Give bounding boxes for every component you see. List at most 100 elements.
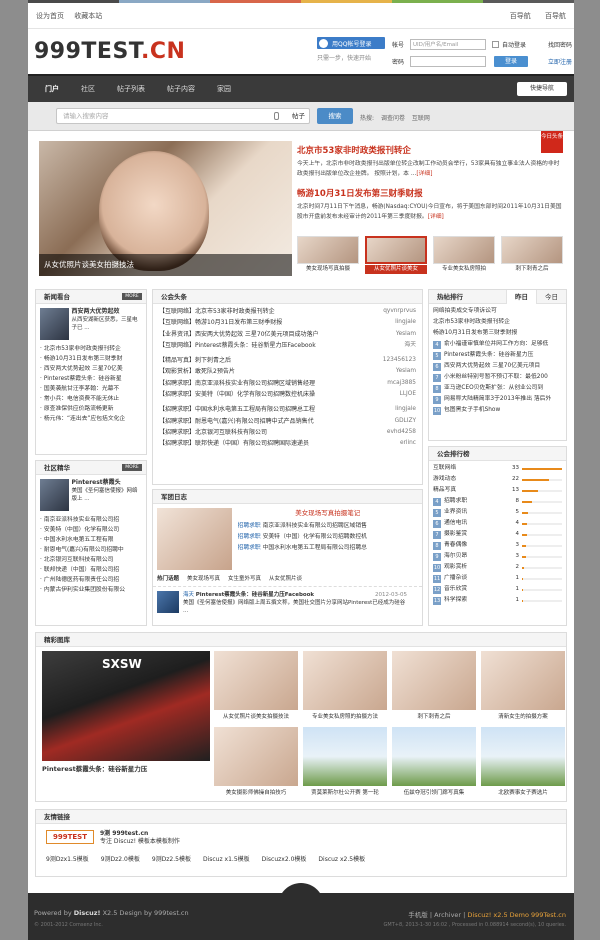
rank-row[interactable]: 7 小米粉丝特别号暂不预订不取：最低200 <box>433 372 562 383</box>
guild-rank-row[interactable]: 5 业界资讯 5 <box>433 507 562 518</box>
list-item[interactable]: Pinterest蔡霞头条：硅谷新星 <box>40 374 142 384</box>
post-author[interactable]: 海天 <box>183 592 194 598</box>
forgot-password-link[interactable]: 找回密码 <box>548 40 572 49</box>
gallery-cell[interactable]: 刺下刺青之后 <box>392 651 476 720</box>
rank-row[interactable]: 8 亚马逊CEO贝佐斯扩张：从创业公司到 <box>433 383 562 394</box>
guild-rank-row[interactable]: 13 科学探索 1 <box>433 595 562 606</box>
guild-name[interactable]: 音乐欣赏 <box>444 584 467 595</box>
tag-link[interactable]: 热门话题 <box>157 574 179 582</box>
gallery-cell[interactable]: 伍兹夺冠引领门廊写真集 <box>392 727 476 796</box>
headline-user[interactable]: GDLIZY <box>395 416 416 427</box>
gallery-cell[interactable]: 贾莫莱斯尔杜公开赛 第一轮 <box>303 727 387 796</box>
blog-line[interactable]: 招聘求职 南京亚派科技实业有限公司招聘区域销售 <box>238 521 418 532</box>
hero-caption[interactable]: 从女优照片谈美女拍摄技法 <box>39 254 292 276</box>
guild-name[interactable]: 精品写真 <box>433 485 456 496</box>
headline-row[interactable]: 【互联网络】北京市53家非时政类报刊转企 qyvnrprvus <box>159 306 416 317</box>
list-item[interactable]: 杨元伟：“连出去”应包括文化企 <box>40 414 142 424</box>
guild-rank-row[interactable]: 8 青春偶像 3 <box>433 540 562 551</box>
rank-title[interactable]: 网易称大陆精简率3于2013年推出 落后外 <box>444 394 551 405</box>
rank-title[interactable]: 北京市53家非时政类报刊转企 <box>433 317 510 328</box>
headline-user[interactable]: 123456123 <box>383 355 416 366</box>
headline-text[interactable]: 【互联网络】北京市53家非时政类报刊转企 <box>159 306 275 317</box>
friend-link[interactable]: Discuz x1.5模板 <box>203 854 250 863</box>
headline-user[interactable]: lingjale <box>395 317 416 328</box>
headline-text[interactable]: 【招聘求职】南京亚派科技实业有限公司招聘区域销售经理 <box>159 378 315 389</box>
headline-text[interactable]: 【招聘求职】联邦快递（中国）有限公司招聘国际速递员 <box>159 438 309 449</box>
headline-row[interactable]: 【招聘求职】北京银河互联科技有限公司 evhd4258 <box>159 427 416 438</box>
community-image[interactable] <box>40 479 69 511</box>
headline-text[interactable]: 【精品写真】刺下刺青之后 <box>159 355 231 366</box>
nav-item-portal[interactable]: 门户 <box>45 84 59 94</box>
headline-user[interactable]: qyvnrprvus <box>383 306 416 317</box>
headline-user[interactable]: mcaj3885 <box>387 378 416 389</box>
thumbnail[interactable]: 刺下刺青之后 <box>501 236 563 274</box>
search-input[interactable]: 请输入搜索内容 帖子 <box>56 108 310 124</box>
rank-title[interactable]: 包图黑女子手机Show <box>444 405 500 416</box>
list-item[interactable]: 原查准保供应价路流畅更新 <box>40 404 142 414</box>
rank-row[interactable]: 1网络拍卖成交专项诉讼可 <box>433 306 562 317</box>
friend-link[interactable]: 9测Dzx1.5模板 <box>46 854 89 863</box>
nav-item-thread-list[interactable]: 帖子列表 <box>117 84 145 94</box>
list-item[interactable]: 畅游10月31日发布第三财季财 <box>40 354 142 364</box>
guild-rank-row[interactable]: 3精品写真13 <box>433 485 562 496</box>
headline-row[interactable]: 【观影赏析】敢死队2预告片 Yeslam <box>159 366 416 377</box>
list-item[interactable]: 安美特（中国）化学有限公司 <box>40 525 142 535</box>
headline-row[interactable]: 【互联网络】Pinterest蔡霞头条：硅谷新星力压Facebook 海天 <box>159 340 416 351</box>
tab-today[interactable]: 今日 <box>536 290 566 304</box>
hero-slide[interactable]: 从女优照片谈美女拍摄技法 <box>39 141 292 276</box>
list-item[interactable]: 西安两大优势起效 三星70亿美 <box>40 364 142 374</box>
demo-link[interactable]: Discuz! x2.5 Demo 999Test.cn <box>467 911 566 919</box>
rank-title[interactable]: 畅游10月31日发布第三财季财报 <box>433 328 517 339</box>
login-button[interactable]: 登录 <box>494 55 528 67</box>
guild-name[interactable]: 通信电讯 <box>444 518 467 529</box>
friend-link[interactable]: Discuzx2.0模板 <box>262 854 307 863</box>
headline-user[interactable]: 海天 <box>404 340 416 351</box>
list-item[interactable]: 北京市53家非时政类报刊转企 <box>40 344 142 354</box>
more-button[interactable]: MORE <box>122 293 142 300</box>
rank-title[interactable]: 网络拍卖成交专项诉讼可 <box>433 306 497 317</box>
headline-user[interactable]: Yeslam <box>396 329 416 340</box>
headline-title-2[interactable]: 畅游10月31日发布第三财季财报 <box>297 187 563 199</box>
list-item[interactable]: 内蒙古伊利实业集团股份有限公 <box>40 585 142 595</box>
post-title[interactable]: Pinterest蔡霞头条：硅谷新星力压Facebook <box>196 592 314 598</box>
partner-site[interactable]: 9测 999test.cn <box>100 830 148 837</box>
headline-user[interactable]: Yeslam <box>396 366 416 377</box>
guide-link-1[interactable]: 百导航 <box>510 12 531 20</box>
set-homepage-link[interactable]: 设为首页 <box>36 12 64 20</box>
guild-name[interactable]: 业界资讯 <box>444 507 467 518</box>
nav-item-thread-content[interactable]: 帖子内容 <box>167 84 195 94</box>
blog-line[interactable]: 招聘求职 安美特（中国）化学有限公司招聘数控机 <box>238 532 418 543</box>
rank-row[interactable]: 3畅游10月31日发布第三财季财报 <box>433 328 562 339</box>
gallery-cell[interactable]: 清新女生的拍摄方案 <box>481 651 565 720</box>
nav-item-community[interactable]: 社区 <box>81 84 95 94</box>
gallery-cell[interactable]: 从女优照片谈美女拍摄技法 <box>214 651 298 720</box>
headline-text[interactable]: 【招聘求职】北京银河互联科技有限公司 <box>159 427 267 438</box>
news-board-feat-title[interactable]: 西安两大优势起效 <box>72 308 142 316</box>
more-link[interactable]: [详细] <box>428 214 444 220</box>
list-item[interactable]: 中国水利水电第五工程有限 <box>40 535 142 545</box>
headline-row[interactable]: 【业界资讯】西安两大优势起效 三星70亿美元项目成功落户 Yeslam <box>159 329 416 340</box>
headline-user[interactable]: LLJOE <box>400 389 416 400</box>
thumbnail[interactable]: 美女现场写真拍摄 <box>297 236 359 274</box>
tag-link[interactable]: 美女现场写真 <box>187 574 220 582</box>
rank-row[interactable]: 10 包图黑女子手机Show <box>433 405 562 416</box>
rank-title[interactable]: 亚马逊CEO贝佐斯扩张：从创业公司到 <box>444 383 543 394</box>
tag-link[interactable]: 女生童外写真 <box>228 574 261 582</box>
tab-yesterday[interactable]: 昨日 <box>506 290 536 304</box>
hot-search-link[interactable]: 互联网 <box>412 115 430 122</box>
headline-text[interactable]: 【观影赏析】敢死队2预告片 <box>159 366 235 377</box>
guild-rank-row[interactable]: 1互联网络33 <box>433 463 562 474</box>
gallery-big-image[interactable]: SXSW <box>42 651 210 761</box>
more-link[interactable]: [详细] <box>416 171 432 177</box>
list-item[interactable]: 南京亚派科技实业有限公司招 <box>40 515 142 525</box>
guide-link-2[interactable]: 百导航 <box>545 12 566 20</box>
headline-text[interactable]: 【招聘求职】中国水利水电第五工程局有限公司招聘总工程 <box>159 404 315 415</box>
guild-rank-row[interactable]: 11 广播杂谈 1 <box>433 573 562 584</box>
list-item[interactable]: 联邦快递（中国）有限公司招 <box>40 565 142 575</box>
headline-row[interactable]: 【招聘求职】南京亚派科技实业有限公司招聘区域销售经理 mcaj3885 <box>159 378 416 389</box>
microphone-icon[interactable] <box>274 112 279 120</box>
friend-link[interactable]: 9测Dz2.5模板 <box>152 854 191 863</box>
headline-row[interactable]: 【招聘求职】联邦快递（中国）有限公司招聘国际速递员 erlinc <box>159 438 416 449</box>
gallery-cell[interactable]: 美女摄影师佛操自拍技巧 <box>214 727 298 796</box>
discuz-link[interactable]: Discuz! <box>74 909 101 917</box>
